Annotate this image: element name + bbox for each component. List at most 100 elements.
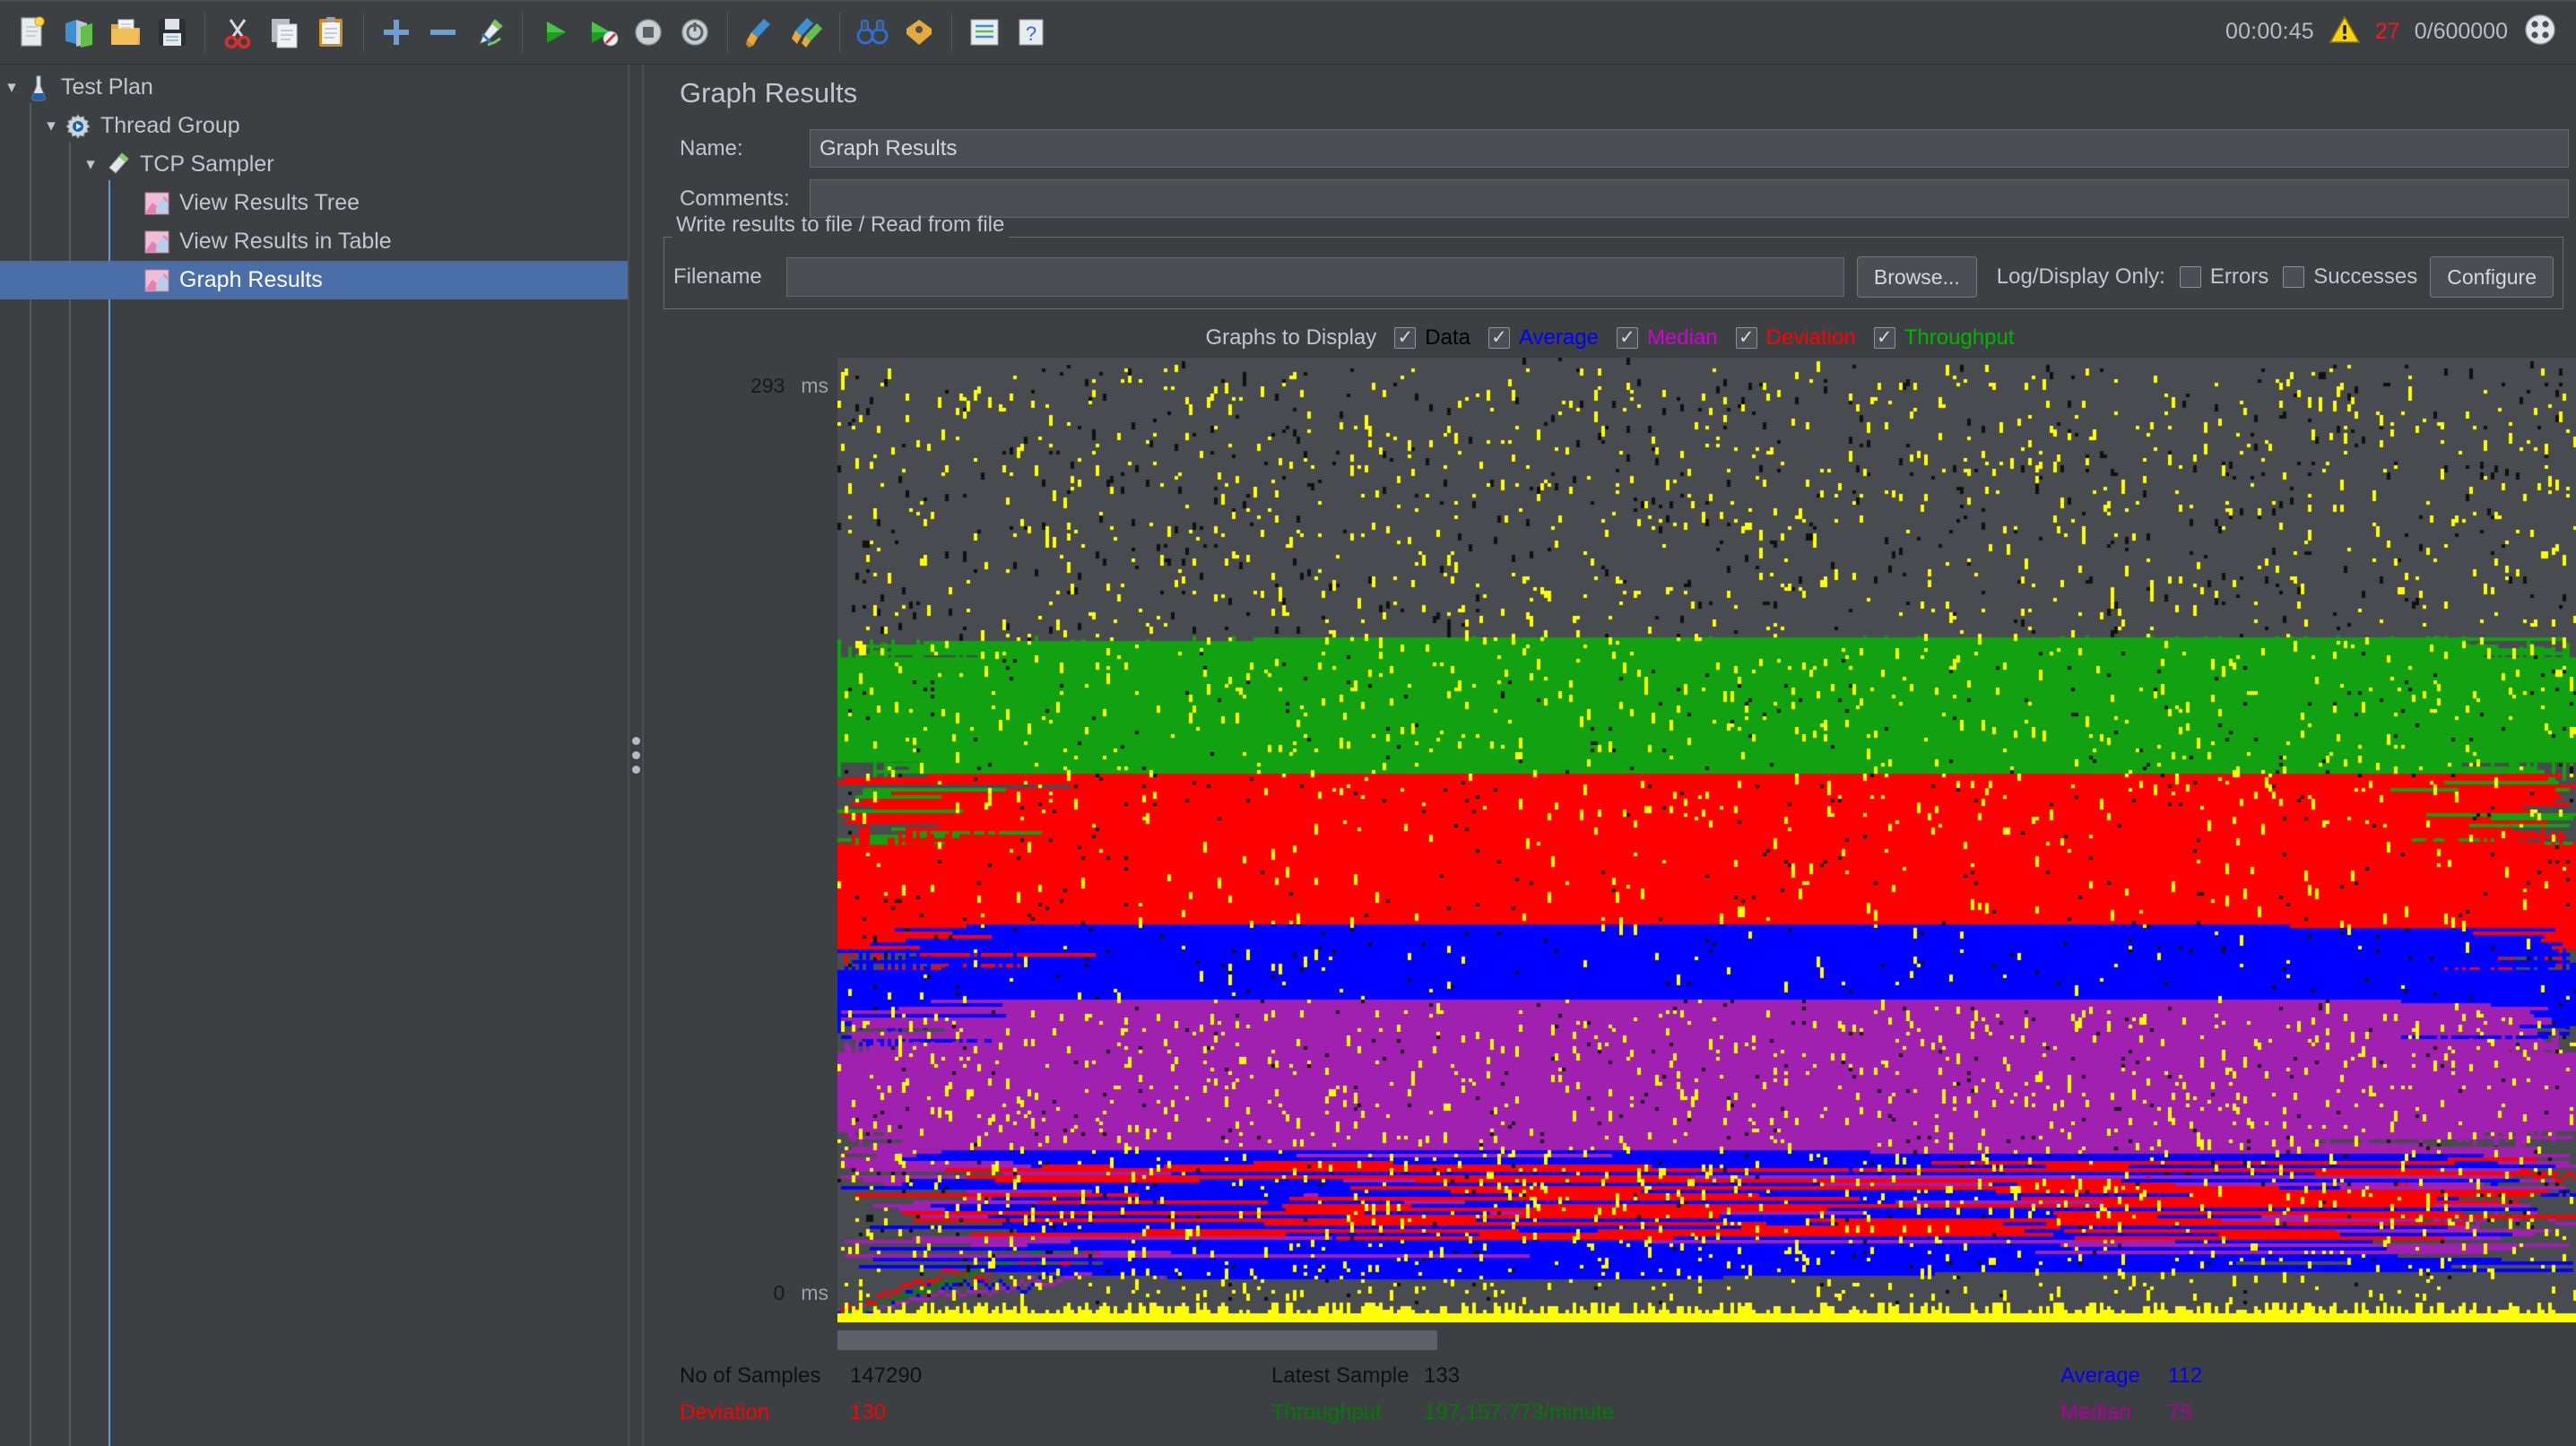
jmeter-window: ? 00:00:45 27 0/600000	[0, 0, 2576, 1446]
thread-group-gear-icon	[63, 107, 93, 145]
configure-button[interactable]: Configure	[2430, 256, 2554, 298]
graph-row: 293 ms 0 ms	[644, 358, 2576, 1322]
graph-results-panel: Graph Results Name: Comments: Write resu…	[644, 65, 2576, 1446]
stat-label: Latest Sample	[1271, 1364, 1424, 1389]
errors-checkbox[interactable]: Errors	[2180, 264, 2268, 290]
sidebar-item-label: Test Plan	[54, 76, 153, 99]
browse-button[interactable]: Browse...	[1857, 256, 1977, 298]
clear-button[interactable]	[737, 9, 784, 56]
comments-input[interactable]	[810, 179, 2569, 218]
graph-area: 293 ms 0 ms	[644, 358, 2576, 1358]
name-row: Name:	[644, 129, 2576, 168]
expand-all-button[interactable]	[373, 9, 420, 56]
stat-label: Median	[2060, 1400, 2168, 1425]
tree-indent: ▾	[118, 184, 142, 222]
panel-splitter[interactable]	[628, 65, 644, 1446]
comments-label: Comments:	[680, 186, 810, 212]
open-button[interactable]	[102, 9, 149, 56]
sidebar-item-test-plan[interactable]: ▾ Test Plan	[0, 68, 628, 107]
checkbox-box[interactable]	[1874, 327, 1895, 349]
save-button[interactable]	[149, 9, 195, 56]
clear-all-button[interactable]	[784, 9, 830, 56]
stat-label: Deviation	[680, 1400, 850, 1425]
tree-guide	[30, 103, 31, 1446]
graph-plot[interactable]	[837, 358, 2576, 1322]
sidebar-item-view-results-in-table[interactable]: ▾ View Results in Table	[0, 222, 628, 261]
checkbox-box[interactable]	[1736, 327, 1757, 349]
graphs-to-display-row: Graphs to Display Data Average Median De…	[644, 309, 2576, 358]
toolbar-group-file	[9, 9, 195, 56]
errors-label: Errors	[2210, 264, 2268, 290]
samples-progress: 0/600000	[2415, 19, 2508, 45]
fieldset-legend: Write results to file / Read from file	[664, 237, 2563, 238]
sidebar-item-tcp-sampler[interactable]: ▾ TCP Sampler	[0, 145, 628, 184]
stat-label: Average	[2060, 1364, 2168, 1389]
toolbar-group-run	[532, 9, 718, 56]
sidebar-item-label: Graph Results	[172, 269, 323, 291]
toolbar-divider	[727, 13, 728, 52]
checkbox-box[interactable]	[1617, 327, 1638, 349]
toolbar-divider	[951, 13, 952, 52]
toolbar-group-edit	[214, 9, 354, 56]
start-button[interactable]	[532, 9, 578, 56]
reset-search-button[interactable]	[896, 9, 942, 56]
name-input[interactable]	[810, 129, 2569, 168]
new-button[interactable]	[9, 9, 56, 56]
tree-indent: ▾	[118, 222, 142, 261]
stats-col-middle: Latest Sample 133 Throughput 197,157.773…	[1271, 1364, 1953, 1446]
horizontal-scrollbar[interactable]	[837, 1330, 2576, 1350]
cut-button[interactable]	[214, 9, 261, 56]
stop-button[interactable]	[625, 9, 672, 56]
checkbox-box[interactable]	[1394, 327, 1416, 349]
sidebar-item-thread-group[interactable]: ▾ Thread Group	[0, 107, 628, 145]
copy-button[interactable]	[261, 9, 308, 56]
pen-toggle-button[interactable]	[466, 9, 513, 56]
series-label-deviation: Deviation	[1766, 325, 1856, 351]
series-label-throughput: Throughput	[1904, 325, 2015, 351]
chevron-down-icon[interactable]: ▾	[0, 68, 23, 107]
series-label-median: Median	[1647, 325, 1718, 351]
chevron-down-icon[interactable]: ▾	[79, 145, 102, 184]
templates-button[interactable]	[56, 9, 102, 56]
series-checkbox-throughput[interactable]: Throughput	[1874, 325, 2015, 351]
sidebar-item-graph-results[interactable]: ▾ Graph Results	[0, 261, 628, 299]
stat-value: 147290	[850, 1364, 922, 1389]
successes-label: Successes	[2313, 264, 2417, 290]
graph-canvas	[837, 358, 2576, 1322]
series-checkbox-median[interactable]: Median	[1617, 325, 1718, 351]
toolbar-group-tree	[373, 9, 513, 56]
stat-value: 130	[850, 1400, 886, 1425]
checkbox-box[interactable]	[2283, 266, 2304, 288]
start-no-timers-button[interactable]	[578, 9, 625, 56]
chevron-down-icon[interactable]: ▾	[39, 107, 63, 145]
error-count: 27	[2375, 19, 2400, 45]
filename-row: Filename Browse... Log/Display Only: Err…	[673, 237, 2554, 298]
checkbox-box[interactable]	[2180, 266, 2201, 288]
series-checkbox-average[interactable]: Average	[1488, 325, 1599, 351]
tcp-sampler-pipette-icon	[102, 145, 133, 184]
successes-checkbox[interactable]: Successes	[2283, 264, 2417, 290]
sidebar-item-label: Thread Group	[93, 115, 240, 137]
stat-deviation: Deviation 130	[680, 1400, 1271, 1425]
shutdown-button[interactable]	[672, 9, 718, 56]
stat-average: Average 112	[2060, 1364, 2576, 1389]
search-button[interactable]	[849, 9, 896, 56]
test-plan-tree[interactable]: ▾ Test Plan ▾ Th	[0, 65, 628, 1446]
elapsed-timer: 00:00:45	[2225, 19, 2314, 45]
paste-button[interactable]	[308, 9, 354, 56]
function-helper-button[interactable]	[961, 9, 1008, 56]
filename-input[interactable]	[786, 257, 1844, 297]
help-button[interactable]: ?	[1008, 9, 1054, 56]
active-threads-icon[interactable]	[2522, 12, 2558, 52]
stat-label: Throughput	[1271, 1400, 1424, 1425]
collapse-all-button[interactable]	[420, 9, 466, 56]
series-checkbox-deviation[interactable]: Deviation	[1736, 325, 1856, 351]
checkbox-box[interactable]	[1488, 327, 1510, 349]
stat-label: No of Samples	[680, 1364, 850, 1389]
status-area: 00:00:45 27 0/600000	[2225, 12, 2565, 52]
sidebar-item-view-results-tree[interactable]: ▾ View Results Tree	[0, 184, 628, 222]
series-checkbox-data[interactable]: Data	[1394, 325, 1470, 351]
scrollbar-thumb[interactable]	[837, 1330, 1437, 1350]
stats-col-left: No of Samples 147290 Deviation 130	[644, 1364, 1271, 1446]
sidebar-item-label: View Results in Table	[172, 230, 392, 253]
